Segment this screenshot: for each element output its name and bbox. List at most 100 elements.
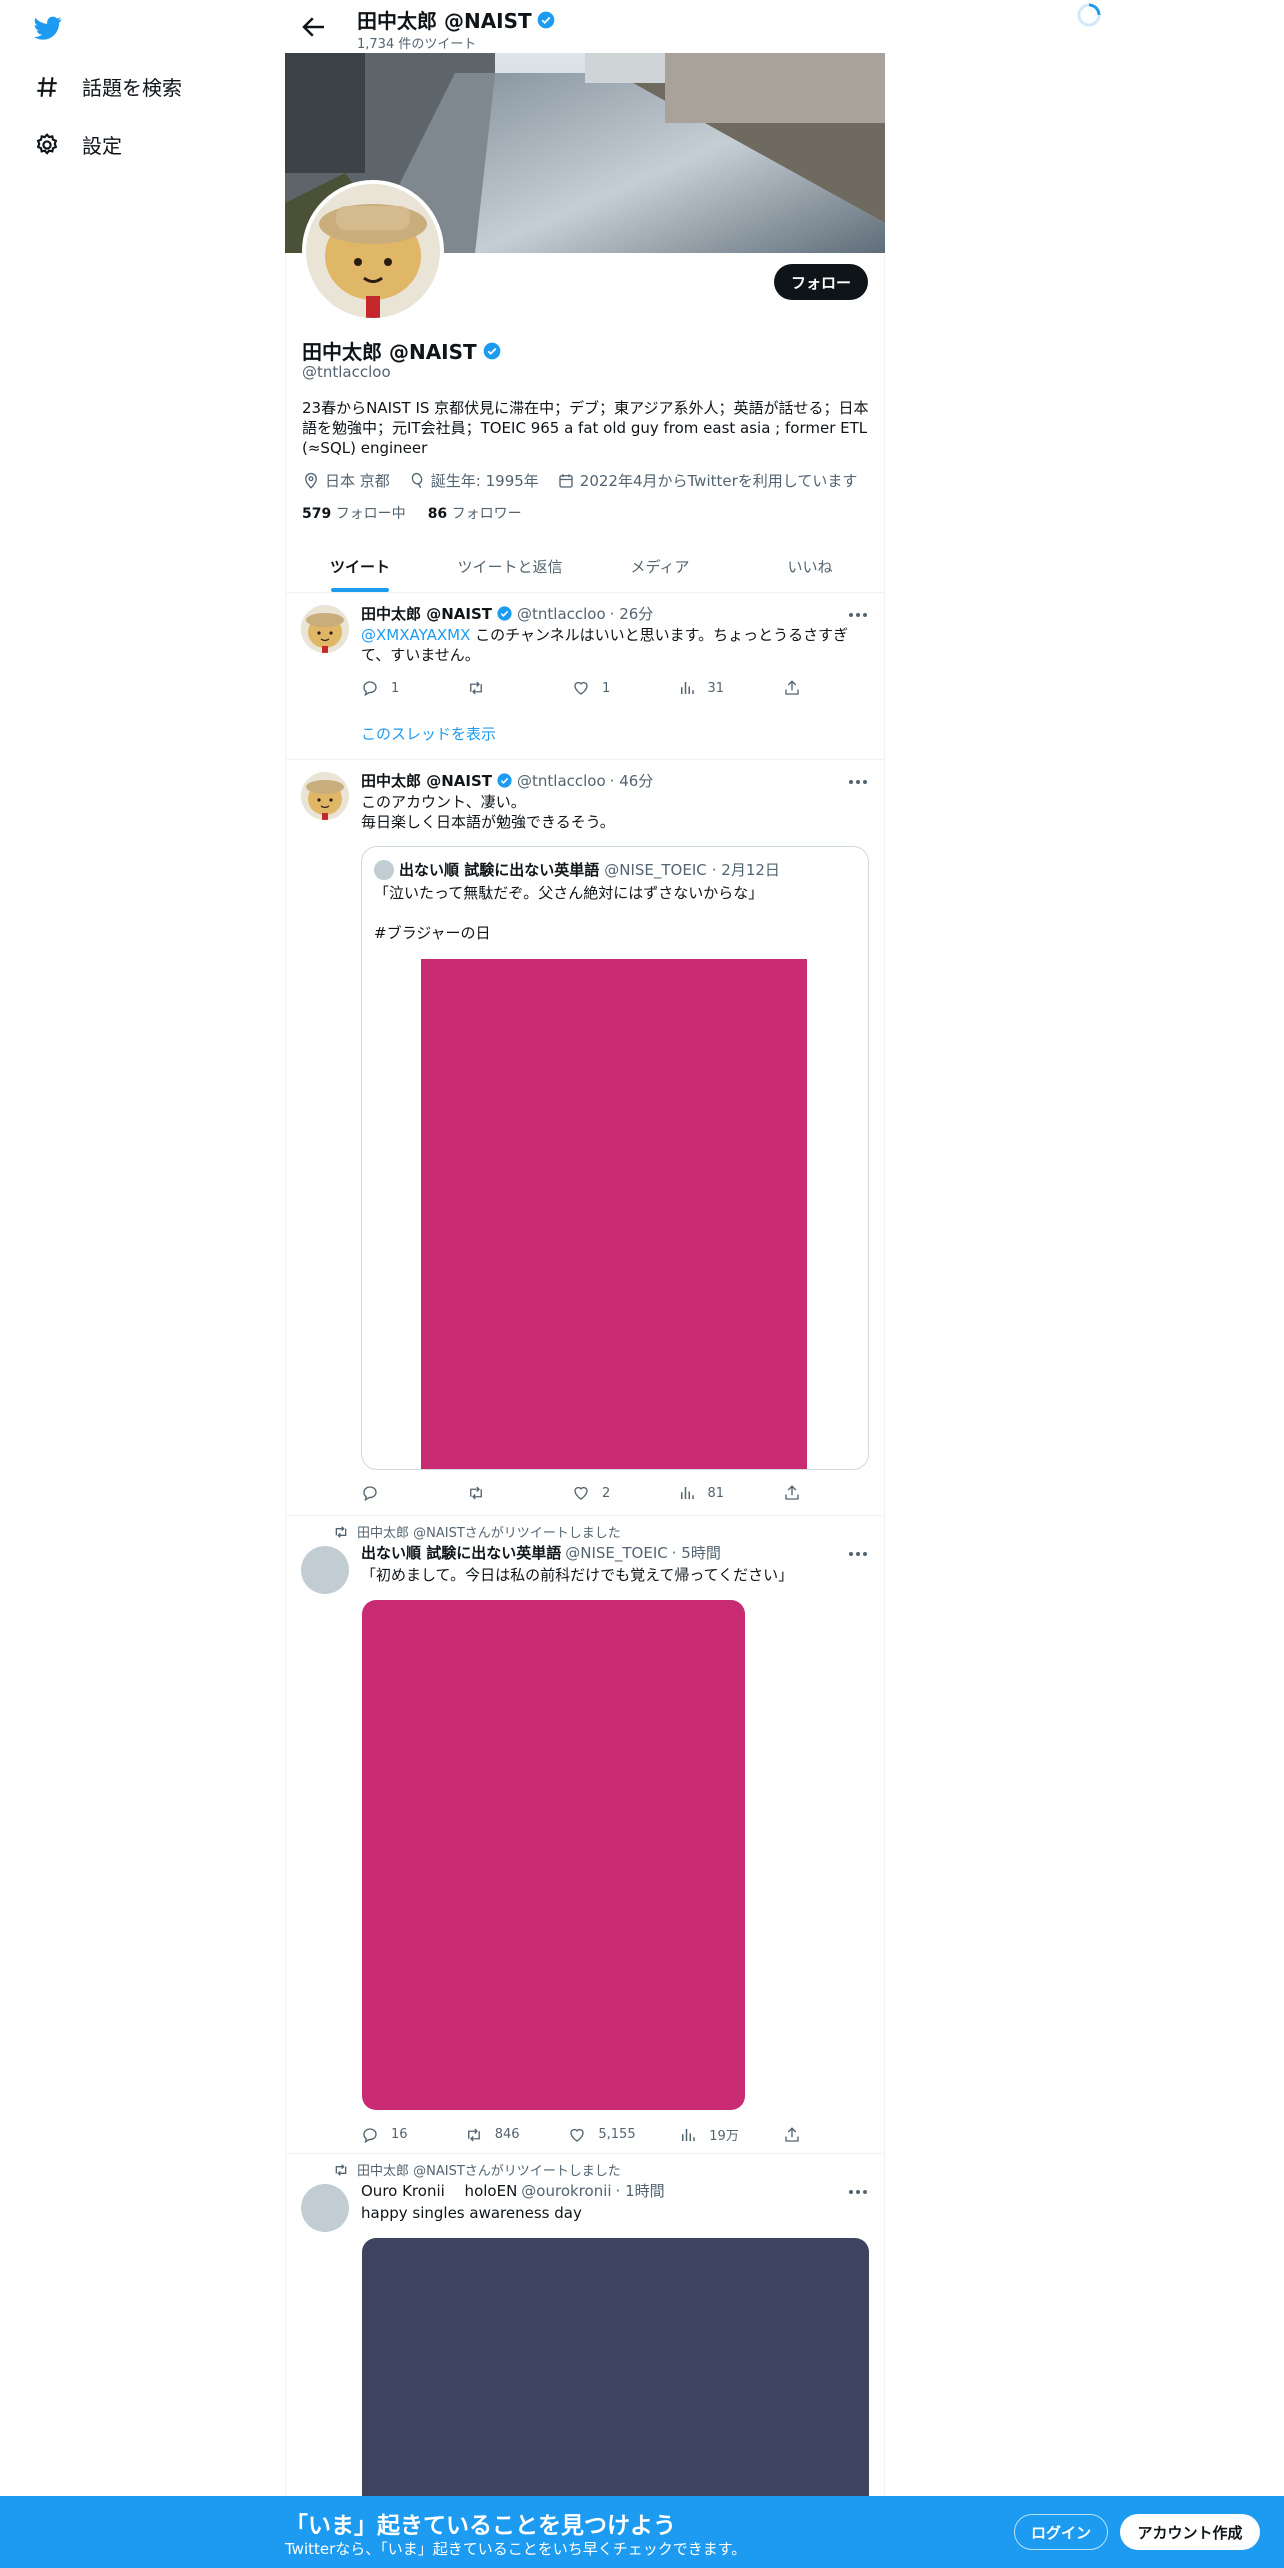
header-name-text: 田中太郎 @NAIST — [357, 9, 532, 33]
signup-button[interactable]: アカウント作成 — [1120, 2514, 1260, 2550]
share-icon — [783, 1484, 801, 1502]
tweet-author-name[interactable]: Ouro Kronii holoEN — [361, 2180, 517, 2201]
profile-joined: 2022年4月からTwitterを利用しています — [557, 470, 857, 491]
nav-settings[interactable]: 設定 — [34, 130, 122, 159]
tweet-avatar[interactable] — [301, 772, 349, 820]
tweet-header: Ouro Kronii holoEN @ourokronii · 1時間 — [361, 2180, 665, 2201]
reply-count: 1 — [391, 680, 400, 696]
followers-link[interactable]: 86 フォロワー — [428, 503, 522, 523]
like-count: 5,155 — [598, 2127, 636, 2142]
share-button[interactable] — [783, 679, 801, 697]
like-button[interactable]: 2 — [572, 1484, 632, 1502]
tweet-time[interactable]: · 26分 — [610, 603, 654, 624]
tweet-author-name[interactable]: 田中太郎 @NAIST — [361, 603, 492, 624]
reply-button[interactable]: 16 — [361, 2125, 421, 2144]
login-button[interactable]: ログイン — [1014, 2514, 1108, 2550]
quoted-author-handle: @NISE_TOEIC — [604, 860, 707, 879]
follow-button[interactable]: フォロー — [774, 264, 868, 300]
signup-banner-title: 「いま」起きていることを見つけよう — [285, 2513, 676, 2539]
quoted-tweet[interactable]: 出ない順 試験に出ない英単語 @NISE_TOEIC · 2月12日 「泣いたっ… — [361, 846, 869, 1470]
verified-badge-icon — [496, 772, 513, 789]
views-count: 19万 — [709, 2129, 739, 2144]
tweet-avatar[interactable] — [301, 2184, 349, 2232]
retweet-button[interactable] — [467, 1484, 527, 1502]
calendar-icon — [557, 472, 575, 490]
quoted-author-name: 出ない順 試験に出ない英単語 — [399, 861, 600, 879]
tweet-media[interactable] — [362, 2238, 869, 2496]
views-button[interactable]: 31 — [678, 679, 738, 697]
tweet-time[interactable]: · 1時間 — [616, 2180, 665, 2201]
tweet-text: @XMXAYAXMX このチャンネルはいいと思います。ちょっとうるさすぎて、すい… — [361, 625, 869, 665]
tweet-header: 田中太郎 @NAIST @tntlaccloo · 26分 — [361, 603, 653, 624]
tweet[interactable]: 田中太郎 @NAISTさんがリツイートしました 出ない順 試験に出ない英単語 @… — [285, 1516, 885, 2154]
tweet-avatar[interactable] — [301, 1546, 349, 1594]
tab-tweets-and-replies[interactable]: ツイートと返信 — [435, 540, 585, 592]
show-thread-link[interactable]: このスレッドを表示 — [361, 723, 496, 744]
quoted-tweet-avatar — [374, 859, 394, 880]
tweet-author-handle[interactable]: @NISE_TOEIC — [565, 1544, 668, 1562]
heart-icon — [572, 1484, 590, 1502]
tweet[interactable]: 田中太郎 @NAIST @tntlaccloo · 46分 このアカウント、凄い… — [285, 760, 885, 1516]
retweet-icon — [467, 679, 485, 697]
retweet-icon — [333, 1524, 349, 1540]
tab-likes[interactable]: いいね — [735, 540, 885, 592]
twitter-logo-icon[interactable] — [32, 14, 64, 42]
reply-button[interactable] — [361, 1484, 421, 1502]
profile-bio: 23春からNAIST IS 京都伏見に滞在中；デブ；東アジア系外人；英語が話せる… — [302, 399, 869, 457]
more-options-icon[interactable] — [847, 1547, 869, 1561]
tab-media[interactable]: メディア — [585, 540, 735, 592]
views-button[interactable]: 19万 — [679, 2125, 739, 2144]
following-link[interactable]: 579 フォロー中 — [302, 503, 406, 523]
tweet-author-handle[interactable]: @tntlaccloo — [517, 772, 606, 790]
tweet-author-name[interactable]: 田中太郎 @NAIST — [361, 770, 492, 791]
profile-name-text: 田中太郎 @NAIST — [302, 340, 477, 364]
signup-banner-subtitle: Twitterなら、「いま」起きていることをいち早くチェックできます。 — [285, 2540, 747, 2558]
like-button[interactable]: 1 — [572, 679, 632, 697]
tweet-mention[interactable]: @XMXAYAXMX — [361, 626, 470, 644]
reply-button[interactable]: 1 — [361, 679, 421, 697]
views-button[interactable]: 81 — [678, 1484, 738, 1502]
tweet-text: happy singles awareness day — [361, 2204, 582, 2222]
tab-tweets[interactable]: ツイート — [285, 540, 435, 592]
header-tweet-count: 1,734 件のツイート — [357, 37, 477, 52]
tweet-actions: 16 846 5,155 19万 — [361, 2125, 801, 2144]
share-button[interactable] — [783, 1484, 801, 1502]
share-button[interactable] — [783, 2125, 801, 2144]
profile-handle: @tntlaccloo — [302, 363, 391, 381]
more-options-icon[interactable] — [847, 775, 869, 789]
views-count: 31 — [707, 680, 725, 696]
more-options-icon[interactable] — [847, 2185, 869, 2199]
retweet-icon — [333, 2162, 349, 2178]
retweeted-by-text[interactable]: 田中太郎 @NAISTさんがリツイートしました — [357, 1522, 621, 1541]
tweet-avatar[interactable] — [301, 605, 349, 653]
retweet-button[interactable] — [467, 679, 527, 697]
like-button[interactable]: 5,155 — [568, 2125, 636, 2144]
views-chart-icon — [678, 1484, 696, 1502]
balloon-icon — [408, 472, 426, 490]
reply-icon — [361, 2126, 379, 2144]
retweeted-by-text[interactable]: 田中太郎 @NAISTさんがリツイートしました — [357, 2160, 621, 2179]
back-arrow-icon[interactable] — [299, 12, 329, 42]
tweet[interactable]: 田中太郎 @NAISTさんがリツイートしました Ouro Kronii holo… — [285, 2154, 885, 2496]
like-count: 2 — [602, 1485, 611, 1501]
retweet-count: 846 — [494, 2127, 520, 2142]
tweet[interactable]: 田中太郎 @NAIST @tntlaccloo · 26分 @XMXAYAXMX… — [285, 593, 885, 760]
nav-explore[interactable]: 話題を検索 — [34, 72, 182, 101]
tweet-author-name[interactable]: 出ない順 試験に出ない英単語 — [361, 1542, 561, 1563]
tweet-time[interactable]: · 5時間 — [672, 1542, 721, 1563]
retweet-button[interactable]: 846 — [465, 2125, 525, 2144]
more-options-icon[interactable] — [847, 608, 869, 622]
tweet-time[interactable]: · 46分 — [610, 770, 654, 791]
verified-badge-icon — [496, 605, 513, 622]
quoted-tweet-media[interactable] — [421, 959, 807, 1469]
profile-avatar[interactable] — [302, 180, 444, 322]
profile-tabs: ツイート ツイートと返信 メディア いいね — [285, 540, 885, 593]
header-name: 田中太郎 @NAIST — [357, 5, 556, 34]
tweet-author-handle[interactable]: @tntlaccloo — [517, 605, 606, 623]
retweet-icon — [465, 2126, 483, 2144]
tweet-media[interactable] — [362, 1600, 745, 2110]
tweet-author-handle[interactable]: @ourokronii — [521, 2182, 611, 2200]
profile-birthday: 誕生年: 1995年 — [408, 470, 539, 491]
tweet-text: このアカウント、凄い。 毎日楽しく日本語が勉強できるそう。 — [361, 793, 615, 831]
tweet-text: 「初めまして。今日は私の前科だけでも覚えて帰ってください」 — [361, 1566, 794, 1584]
